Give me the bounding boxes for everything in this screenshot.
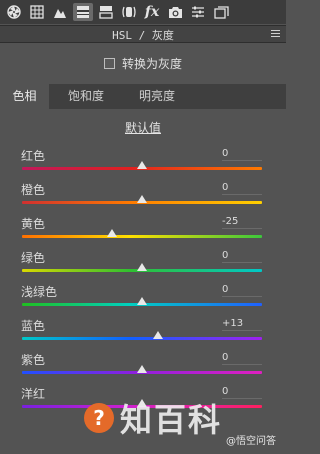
slider-value-field[interactable]: 0 [222, 352, 262, 365]
slider-label: 蓝色 [21, 319, 46, 333]
hsl-tabs: 色相 饱和度 明亮度 [0, 84, 286, 109]
presets-icon[interactable] [188, 3, 208, 21]
slider-label: 红色 [21, 149, 46, 163]
grid-icon[interactable] [27, 3, 47, 21]
slider-label: 紫色 [21, 353, 46, 367]
aperture-icon[interactable] [4, 3, 24, 21]
slider-thumb[interactable] [137, 297, 147, 305]
panel-title: HSL / 灰度 [112, 29, 174, 42]
slider-thumb[interactable] [137, 195, 147, 203]
slider-thumb[interactable] [152, 331, 163, 339]
slider-thumb[interactable] [137, 365, 147, 373]
tab-saturation[interactable]: 饱和度 [49, 84, 123, 109]
slider-track[interactable] [22, 235, 262, 238]
slider-thumb[interactable] [137, 263, 147, 271]
slider-thumb[interactable] [137, 161, 147, 169]
mountain-icon[interactable] [50, 3, 70, 21]
watermark-brand: 知百科 [120, 401, 223, 439]
default-link-row: 默认值 [0, 119, 286, 136]
slider-label: 浅绿色 [21, 285, 58, 299]
watermark-logo-icon: ? [84, 403, 114, 433]
panel-menu-icon[interactable] [271, 30, 280, 39]
slider-value-field[interactable]: 0 [222, 250, 262, 263]
slider-value-field[interactable]: 0 [222, 182, 262, 195]
slider-label: 黄色 [21, 217, 46, 231]
slider-label: 橙色 [21, 183, 46, 197]
grayscale-checkbox[interactable] [104, 58, 115, 69]
panel-header: HSL / 灰度 [0, 25, 286, 43]
slider-track[interactable] [22, 337, 262, 340]
camera-icon[interactable] [165, 3, 185, 21]
tab-hue[interactable]: 色相 [0, 84, 49, 109]
slider-label: 洋红 [21, 387, 46, 401]
tab-luminance[interactable]: 明亮度 [123, 84, 191, 109]
grayscale-label: 转换为灰度 [122, 57, 183, 71]
fx-icon[interactable]: fx [142, 3, 162, 21]
watermark: ? 知百科 [84, 398, 223, 439]
slider-value-field[interactable]: -25 [222, 216, 262, 229]
slider-label: 绿色 [21, 251, 46, 265]
slider-value-field[interactable]: 0 [222, 284, 262, 297]
slider-value-field[interactable]: +13 [222, 318, 262, 331]
hsl-panel-icon[interactable] [73, 3, 93, 21]
watermark-sub: @悟空问答 [226, 436, 276, 447]
slider-value-field[interactable]: 0 [222, 386, 262, 399]
snapshots-icon[interactable] [211, 3, 231, 21]
lens-icon[interactable] [119, 3, 139, 21]
slider-value-field[interactable]: 0 [222, 148, 262, 161]
split-toning-icon[interactable] [96, 3, 116, 21]
grayscale-toggle[interactable]: 转换为灰度 [104, 55, 182, 72]
slider-thumb[interactable] [107, 229, 117, 237]
panel-toolbar: fx [0, 0, 286, 24]
default-link[interactable]: 默认值 [125, 121, 161, 135]
